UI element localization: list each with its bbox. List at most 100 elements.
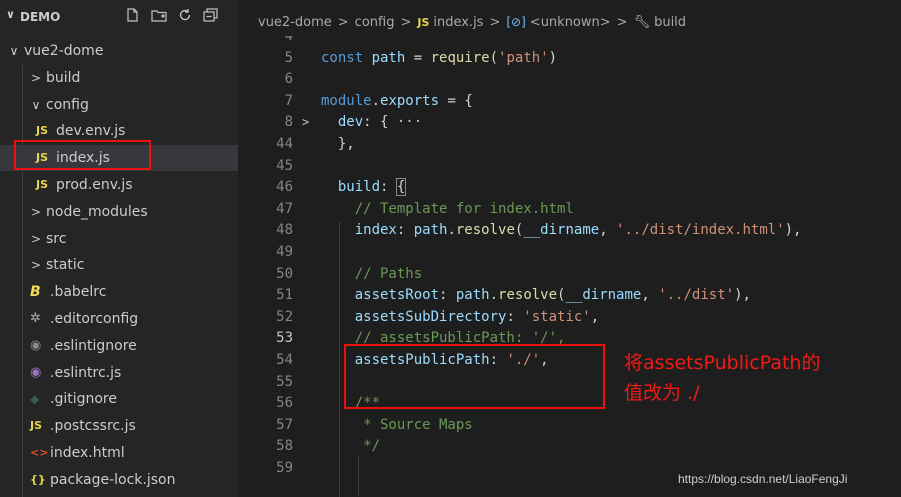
line-number: 5 — [284, 49, 293, 66]
tree-item-label: config — [46, 96, 89, 113]
code-line: 52 assetsSubDirectory: 'static', — [238, 307, 901, 329]
tree-item-label: index.html — [50, 445, 125, 461]
explorer-title: DEMO — [20, 10, 61, 24]
line-number: 53 — [276, 330, 293, 347]
highlight-box-file — [14, 140, 151, 170]
highlight-box-code — [344, 344, 605, 409]
new-folder-icon[interactable] — [151, 8, 167, 22]
code-line: 49 — [238, 242, 901, 264]
eslint-icon: ◉ — [30, 364, 42, 380]
code-text: build: { — [321, 178, 407, 197]
explorer-actions — [125, 8, 219, 22]
code-line: 50 // Paths — [238, 264, 901, 286]
code-text: assetsSubDirectory: 'static', — [321, 308, 600, 325]
breadcrumb-symbol-unknown[interactable]: <unknown> — [530, 15, 611, 30]
code-line: 44 }, — [238, 134, 901, 156]
code-text: * Source Maps — [321, 416, 473, 433]
wrench-icon: 🔧︎ — [633, 15, 651, 30]
tree-item[interactable]: ∨ config — [0, 92, 238, 118]
breadcrumb-separator: > — [400, 15, 412, 30]
tree-item[interactable]: <> index.html — [0, 440, 238, 466]
annotation-text: 将assetsPublicPath的 值改为 ./ — [624, 348, 820, 408]
line-number: 50 — [276, 265, 293, 282]
tree-item[interactable]: JS prod.env.js — [0, 172, 238, 198]
chevron-right-icon[interactable]: > — [30, 226, 42, 252]
chevron-down-icon[interactable]: ∨ — [30, 92, 42, 118]
watermark: https://blog.csdn.net/LiaoFengJi — [678, 472, 848, 486]
breadcrumb-file[interactable]: index.js — [433, 15, 483, 30]
chevron-right-icon[interactable]: > — [30, 252, 42, 278]
chevron-right-icon[interactable]: > — [30, 65, 42, 91]
line-number: 49 — [276, 244, 293, 260]
breadcrumb-separator: > — [616, 15, 628, 30]
collapse-all-icon[interactable] — [203, 8, 219, 22]
explorer-header[interactable]: ∨ DEMO — [0, 0, 238, 32]
code-text: // Template for index.html — [321, 200, 574, 217]
html-file-icon: <> — [30, 446, 49, 459]
annotation-line-2: 值改为 ./ — [624, 382, 700, 404]
breadcrumb-symbol-build[interactable]: build — [654, 15, 686, 30]
tree-item[interactable]: > static — [0, 252, 238, 278]
line-number: 46 — [276, 179, 293, 196]
code-editor[interactable]: 4 5 const path = require('path') 6 7 module.e… — [238, 36, 901, 497]
tree-item-label: src — [46, 230, 67, 247]
line-number: 54 — [276, 352, 293, 368]
tree-item-label: .editorconfig — [50, 311, 139, 327]
tree-item[interactable]: ◆ .gitignore — [0, 386, 238, 412]
breadcrumb-folder-root[interactable]: vue2-dome — [258, 15, 332, 30]
tree-item[interactable]: JS .postcssrc.js — [0, 413, 238, 439]
code-line: 48 index: path.resolve(__dirname, '../di… — [238, 220, 901, 242]
git-icon: ◆ — [30, 392, 40, 407]
tree-item[interactable]: ◉ .eslintrc.js — [0, 360, 238, 386]
tree-item[interactable]: ◉ .eslintignore — [0, 333, 238, 359]
breadcrumb-trail: vue2-dome > config > JS index.js > [⊘] <unknown>… — [258, 10, 686, 35]
breadcrumb-separator: > — [489, 15, 501, 30]
tree-item[interactable]: ∨ vue2-dome — [0, 38, 238, 64]
code-text: }, — [321, 136, 355, 152]
line-number: 44 — [276, 136, 293, 152]
code-text: const path = require('path') — [321, 49, 558, 66]
code-line: 45 — [238, 156, 901, 178]
code-text: dev: { ··· — [321, 114, 423, 131]
code-line: 46 build: { — [238, 177, 901, 199]
tree-item-label: .eslintignore — [50, 337, 137, 354]
code-text: */ — [321, 438, 381, 455]
indent-guide — [358, 456, 359, 496]
tree-item-label: node_modules — [46, 203, 148, 220]
tree-item-label: static — [46, 257, 85, 274]
babel-icon: B — [30, 284, 41, 301]
tree-item[interactable]: {} package-lock.json — [0, 467, 238, 493]
tree-item-label: prod.env.js — [56, 177, 133, 193]
line-number: 6 — [284, 71, 293, 88]
code-text: index: path.resolve(__dirname, '../dist/… — [321, 222, 802, 239]
chevron-down-icon[interactable]: ∨ — [6, 8, 15, 21]
chevron-right-icon[interactable]: > — [30, 199, 42, 225]
code-line: 57 * Source Maps — [238, 415, 901, 437]
fold-chevron-icon[interactable]: > — [302, 112, 309, 134]
refresh-icon[interactable] — [177, 8, 193, 22]
tree-item[interactable]: B .babelrc — [0, 279, 238, 305]
annotation-line-1: 将assetsPublicPath的 — [624, 352, 821, 374]
tree-item[interactable]: ✲ .editorconfig — [0, 306, 238, 332]
explorer-sidebar: ∨ DEMO ∨ vue2-dome > build ∨ config JS dev.env.… — [0, 0, 238, 497]
tree-item-label: .gitignore — [50, 391, 117, 408]
code-line: 7 module.exports = { — [238, 91, 901, 113]
tree-item-label: .postcssrc.js — [50, 418, 136, 435]
breadcrumb-separator: > — [337, 15, 349, 30]
code-line: 5 const path = require('path') — [238, 48, 901, 70]
code-line: 6 — [238, 69, 901, 91]
new-file-icon[interactable] — [125, 8, 141, 22]
code-text: assetsRoot: path.resolve(__dirname, '../… — [321, 287, 751, 304]
line-number: 58 — [276, 438, 293, 455]
eslint-icon: ◉ — [30, 337, 42, 353]
tree-item[interactable]: > node_modules — [0, 199, 238, 225]
chevron-down-icon[interactable]: ∨ — [8, 38, 20, 64]
code-line: 58 */ — [238, 436, 901, 458]
tree-item[interactable]: > src — [0, 226, 238, 252]
tree-item[interactable]: > build — [0, 65, 238, 91]
js-file-icon: JS — [30, 419, 43, 433]
breadcrumb-folder-config[interactable]: config — [355, 15, 395, 30]
gear-icon: ✲ — [30, 311, 41, 326]
symbol-variable-icon: [⊘] — [506, 15, 526, 29]
js-file-icon: JS — [36, 178, 49, 191]
